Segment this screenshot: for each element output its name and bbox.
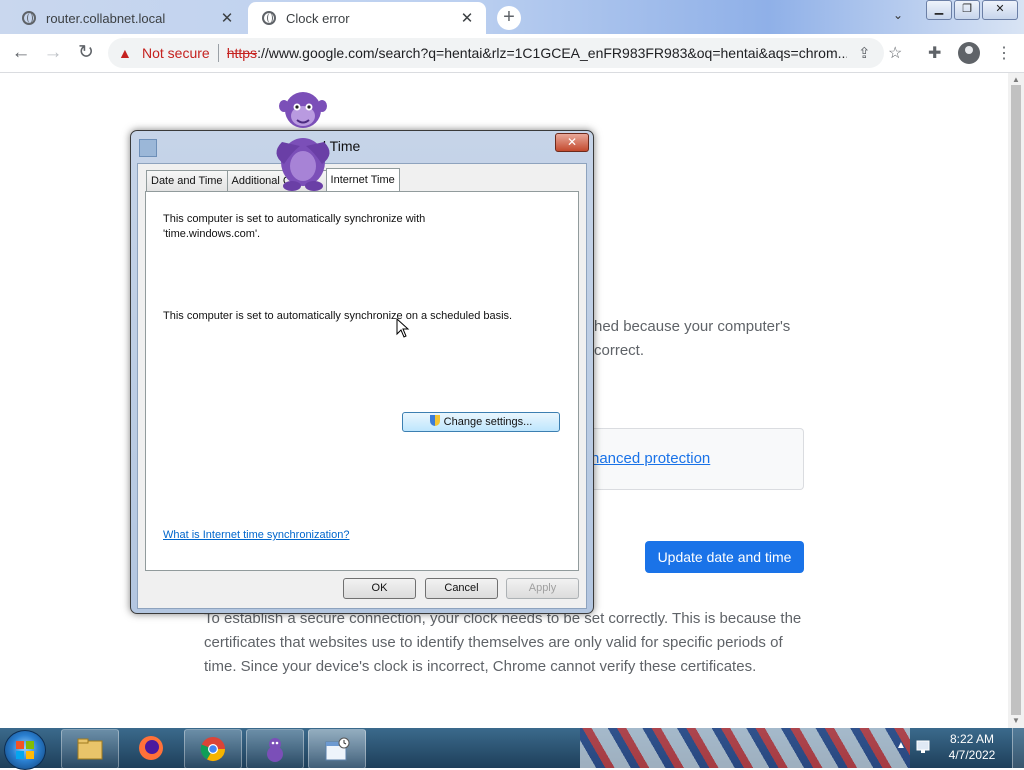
tab-search-chevron-icon[interactable]: ⌄ <box>888 8 908 26</box>
internet-time-panel: This computer is set to automatically sy… <box>145 191 579 571</box>
change-settings-label: Change settings... <box>443 416 533 428</box>
show-hidden-icons-icon[interactable]: ▲ <box>896 740 906 751</box>
clock-time: 8:22 AM <box>949 732 995 746</box>
update-date-time-button[interactable]: Update date and time <box>645 541 804 573</box>
minimize-icon[interactable]: ▁ <box>926 0 952 20</box>
dialog-close-icon[interactable]: ✕ <box>555 133 589 152</box>
address-bar[interactable]: ▲ Not secure https://www.google.com/sear… <box>108 38 884 68</box>
bookmark-star-icon[interactable]: ☆ <box>888 43 902 63</box>
tab-internet-time[interactable]: Internet Time <box>325 168 400 191</box>
window-controls: ▁ ❐ ✕ <box>924 0 1018 20</box>
tab-close-icon[interactable]: ✕ <box>218 9 236 27</box>
divider <box>217 44 219 62</box>
explanation-text: To establish a secure connection, your c… <box>204 610 802 675</box>
reload-icon[interactable]: ↻ <box>75 42 97 64</box>
cancel-button[interactable]: Cancel <box>425 578 498 599</box>
schedule-text: This computer is set to automatically sy… <box>163 310 513 322</box>
ok-button[interactable]: OK <box>343 578 416 599</box>
tab-title: Clock error <box>286 10 350 26</box>
taskbar-bonzibuddy[interactable] <box>246 729 304 769</box>
new-tab-button[interactable]: + <box>497 6 521 30</box>
forward-arrow-icon[interactable]: → <box>42 42 64 64</box>
folder-icon <box>77 738 103 760</box>
internet-time-help-link[interactable]: What is Internet time synchronization? <box>163 529 349 541</box>
sync-server-text: This computer is set to automatically sy… <box>163 213 426 240</box>
taskbar-clock[interactable]: 8:22 AM 4/7/2022 <box>944 731 1000 763</box>
browser-toolbar: ← → ↻ ▲ Not secure https://www.google.co… <box>0 34 1024 73</box>
description-line: hed because your computer's <box>594 318 791 335</box>
warning-triangle-icon[interactable]: ▲ <box>118 45 134 61</box>
uac-shield-icon <box>429 415 440 426</box>
clock-error-description: hed because your computer's correct. <box>594 315 804 363</box>
share-icon[interactable]: ⇪ <box>858 44 871 62</box>
globe-icon <box>262 11 276 25</box>
show-desktop-button[interactable] <box>1012 728 1024 768</box>
start-button[interactable] <box>4 730 46 770</box>
taskbar-explorer[interactable] <box>61 729 119 769</box>
close-window-icon[interactable]: ✕ <box>982 0 1018 20</box>
firefox-icon <box>139 736 163 760</box>
clock-date: 4/7/2022 <box>948 748 996 762</box>
wallpaper-strip <box>580 728 910 768</box>
taskbar-chrome[interactable] <box>184 729 242 769</box>
globe-icon <box>22 11 36 25</box>
calendar-clock-icon <box>325 737 350 761</box>
tab-router[interactable]: router.collabnet.local ✕ <box>8 2 246 34</box>
scrollbar-thumb[interactable] <box>1011 85 1021 715</box>
scroll-down-icon[interactable]: ▼ <box>1012 716 1020 725</box>
url-text[interactable]: https://www.google.com/search?q=hentai&r… <box>227 45 847 61</box>
taskbar-date-time[interactable] <box>308 729 366 769</box>
tab-clock-error[interactable]: Clock error ✕ <box>248 2 486 34</box>
security-chip[interactable]: Not secure <box>142 45 210 61</box>
scroll-up-icon[interactable]: ▲ <box>1012 75 1020 84</box>
page-scrollbar[interactable]: ▲ ▼ <box>1008 73 1024 728</box>
extensions-puzzle-icon[interactable]: ✚ <box>928 43 941 63</box>
dialog-body: Date and Time Additional Clocks Internet… <box>137 163 587 609</box>
url-rest: ://www.google.com/search?q=hentai&rlz=1C… <box>257 45 847 61</box>
apply-button[interactable]: Apply <box>506 578 579 599</box>
menu-kebab-icon[interactable]: ⋮ <box>996 43 1012 63</box>
clock-app-icon <box>139 139 157 157</box>
windows-logo-icon <box>16 741 34 759</box>
taskbar-firefox[interactable] <box>123 729 179 767</box>
date-time-dialog: e and Time ✕ Date and Time Additional Cl… <box>130 130 594 614</box>
mouse-cursor-icon <box>396 318 410 338</box>
url-scheme: https <box>226 45 258 61</box>
back-arrow-icon[interactable]: ← <box>10 42 32 64</box>
bonzibuddy-icon <box>267 738 283 762</box>
tab-close-icon[interactable]: ✕ <box>458 9 476 27</box>
tab-title: router.collabnet.local <box>46 10 166 26</box>
enhanced-protection-link[interactable]: hanced protection <box>591 450 710 467</box>
network-icon[interactable] <box>914 739 932 755</box>
chrome-icon <box>200 737 225 762</box>
restore-icon[interactable]: ❐ <box>954 0 980 20</box>
description-line: correct. <box>594 342 645 359</box>
profile-avatar-icon[interactable] <box>958 42 980 64</box>
change-settings-button[interactable]: Change settings... <box>402 412 560 432</box>
tab-date-and-time[interactable]: Date and Time <box>146 170 228 191</box>
